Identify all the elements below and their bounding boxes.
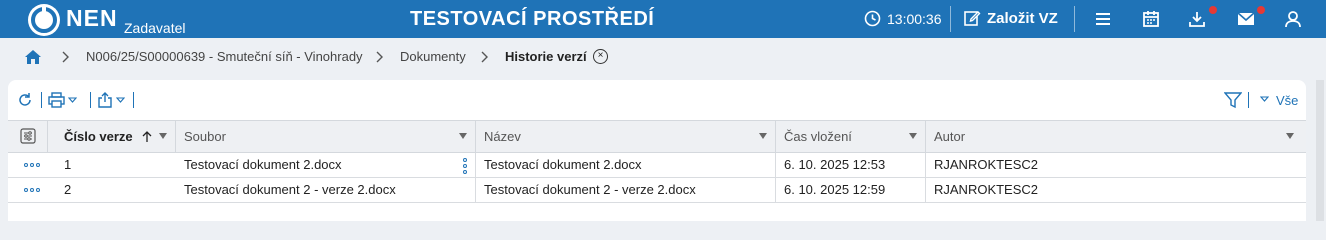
table-row[interactable]: 2 Testovací dokument 2 - verze 2.docx Te… [8,178,1306,203]
clock-time: 13:00:36 [887,10,942,27]
print-icon [48,92,65,108]
logo-text: NEN [66,5,118,31]
chevron-right-icon [481,51,488,63]
edit-icon [964,11,981,26]
chevron-down-icon [116,97,125,103]
cell-author: RJANROKTESC2 [934,157,1039,172]
column-divider [775,178,776,202]
download-notification-dot [1209,6,1217,14]
table-row[interactable]: 1 Testovací dokument 2.docx Testovací do… [8,153,1306,178]
breadcrumb: N006/25/S00000639 - Smuteční síň - Vinoh… [0,38,1326,76]
breadcrumb-item-tender[interactable]: N006/25/S00000639 - Smuteční síň - Vinoh… [86,49,363,64]
session-clock: 13:00:36 [864,10,942,27]
divider [950,6,951,32]
nen-logo-icon[interactable] [28,4,60,36]
export-menu-button[interactable] [97,92,125,108]
download-icon[interactable] [1187,9,1207,29]
toolbar-divider [90,92,91,108]
column-settings-icon [20,128,36,144]
column-header-author[interactable]: Autor [926,121,1306,152]
cell-name: Testovací dokument 2.docx [484,157,642,172]
calendar-icon[interactable] [1141,9,1161,29]
cell-version: 2 [64,182,72,197]
cell-name: Testovací dokument 2 - verze 2.docx [484,182,696,197]
create-tender-label: Založit VZ [987,9,1058,27]
column-filter-icon[interactable] [909,133,917,139]
cell-file[interactable]: Testovací dokument 2.docx [176,153,342,177]
environment-title: TESTOVACÍ PROSTŘEDÍ [410,8,655,30]
print-menu-button[interactable] [48,92,77,108]
cell-file[interactable]: Testovací dokument 2 - verze 2.docx [176,178,396,202]
row-actions-icon[interactable] [24,188,40,192]
chevron-right-icon [376,51,383,63]
column-filter-icon[interactable] [1286,133,1294,139]
version-history-panel: Vše Číslo verze Soubor Název Čas vložení… [8,80,1306,221]
column-filter-icon[interactable] [759,133,767,139]
column-header-version-label: Číslo verze [64,129,133,144]
menu-icon[interactable] [1093,9,1113,29]
table-header: Číslo verze Soubor Název Čas vložení Aut… [8,120,1306,153]
column-filter-icon[interactable] [459,133,467,139]
column-header-author-label: Autor [934,129,966,144]
chevron-right-icon [62,51,69,63]
filter-all-dropdown[interactable]: Vše [1276,93,1298,108]
column-header-version[interactable]: Číslo verze [48,121,176,152]
toolbar-divider [133,92,134,108]
top-bar: NEN Zadavatel TESTOVACÍ PROSTŘEDÍ 13:00:… [0,0,1326,38]
column-header-file-label: Soubor [184,129,226,144]
breadcrumb-item-documents[interactable]: Dokumenty [400,49,466,64]
role-label: Zadavatel [124,20,186,36]
grid-toolbar: Vše [8,80,1306,120]
row-actions-icon[interactable] [24,163,40,167]
column-divider [475,153,476,177]
divider [1074,6,1075,32]
cell-version: 1 [64,157,72,172]
column-divider [925,153,926,177]
column-filter-icon[interactable] [159,133,167,139]
column-header-name[interactable]: Název [476,121,776,152]
user-icon[interactable] [1283,9,1303,29]
page-scrollbar[interactable] [1316,80,1324,221]
column-header-time-label: Čas vložení [784,129,852,144]
column-divider [925,178,926,202]
filter-icon[interactable] [1224,91,1242,109]
column-settings-button[interactable] [8,121,48,152]
column-header-file[interactable]: Soubor [176,121,476,152]
cell-time: 6. 10. 2025 12:59 [784,182,886,197]
home-icon[interactable] [24,48,42,66]
column-divider [475,178,476,202]
chevron-down-icon[interactable] [1260,96,1269,102]
clock-icon [864,10,881,27]
column-header-time[interactable]: Čas vložení [776,121,926,152]
close-icon[interactable]: × [593,49,608,64]
chevron-down-icon [68,97,77,103]
toolbar-divider [1248,92,1249,108]
mail-notification-dot [1257,6,1265,14]
breadcrumb-item-current: Historie verzí [505,49,587,64]
column-divider [775,153,776,177]
sort-ascending-icon[interactable] [142,131,152,143]
refresh-icon[interactable] [17,92,33,108]
column-header-name-label: Název [484,129,521,144]
cell-time: 6. 10. 2025 12:53 [784,157,886,172]
toolbar-divider [41,92,42,108]
export-icon [98,92,112,108]
cell-author: RJANROKTESC2 [934,182,1039,197]
file-actions-icon[interactable] [463,158,467,174]
create-tender-button[interactable]: Založit VZ [963,9,1058,27]
mail-icon[interactable] [1236,9,1256,29]
